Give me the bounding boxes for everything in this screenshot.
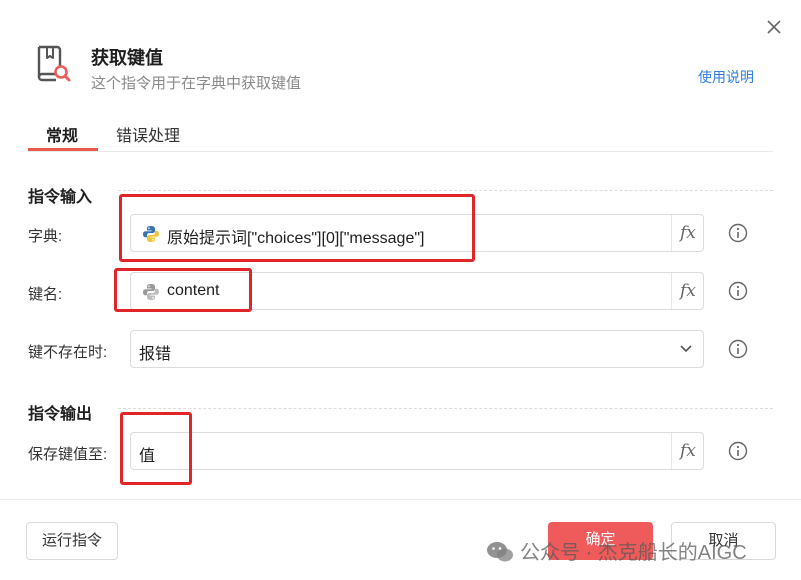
active-tab-indicator: [28, 148, 98, 151]
fx-icon: fx: [680, 223, 696, 243]
tab-general[interactable]: 常规: [46, 122, 78, 146]
close-button[interactable]: [762, 15, 786, 39]
missing-key-label: 键不存在时:: [28, 344, 108, 361]
info-icon[interactable]: [728, 223, 748, 243]
cancel-button[interactable]: 取消: [671, 522, 776, 560]
fx-button[interactable]: fx: [671, 273, 703, 309]
output-section-title: 指令输出: [28, 406, 93, 423]
key-name-label: 键名:: [28, 286, 63, 303]
dictionary-label: 字典:: [28, 228, 63, 245]
python-icon: [143, 284, 159, 300]
tab-bar: 常规 错误处理: [28, 118, 773, 152]
run-command-button[interactable]: 运行指令: [26, 522, 118, 560]
missing-key-select[interactable]: 报错: [130, 330, 704, 368]
fx-button[interactable]: fx: [671, 215, 703, 251]
book-search-icon: [34, 43, 72, 83]
wechat-icon: [487, 542, 513, 562]
section-divider: [118, 190, 773, 191]
missing-key-value: 报错: [139, 346, 172, 363]
close-icon: [767, 20, 781, 34]
save-value-field[interactable]: 值 fx: [130, 432, 704, 470]
dialog-title: 获取键值: [91, 48, 163, 68]
save-value-value: 值: [139, 448, 156, 465]
dictionary-field[interactable]: 原始提示词["choices"][0]["message"] fx: [130, 214, 704, 252]
footer-divider: [0, 499, 801, 500]
fx-icon: fx: [680, 441, 696, 461]
fx-icon: fx: [680, 281, 696, 301]
tab-error-handling[interactable]: 错误处理: [116, 122, 180, 146]
fx-button[interactable]: fx: [671, 433, 703, 469]
info-icon[interactable]: [728, 339, 748, 359]
dictionary-value: 原始提示词["choices"][0]["message"]: [167, 230, 425, 247]
section-divider: [118, 408, 773, 409]
python-icon: [143, 226, 159, 242]
info-icon[interactable]: [728, 281, 748, 301]
confirm-button[interactable]: 确定: [548, 522, 653, 560]
chevron-down-icon: [680, 345, 692, 353]
key-name-field[interactable]: content fx: [130, 272, 704, 310]
key-name-value: content: [167, 282, 220, 299]
help-link[interactable]: 使用说明: [698, 67, 754, 87]
input-section-title: 指令输入: [28, 189, 93, 206]
save-value-label: 保存键值至:: [28, 446, 108, 463]
dialog-subtitle: 这个指令用于在字典中获取键值: [91, 75, 302, 92]
info-icon[interactable]: [728, 441, 748, 461]
